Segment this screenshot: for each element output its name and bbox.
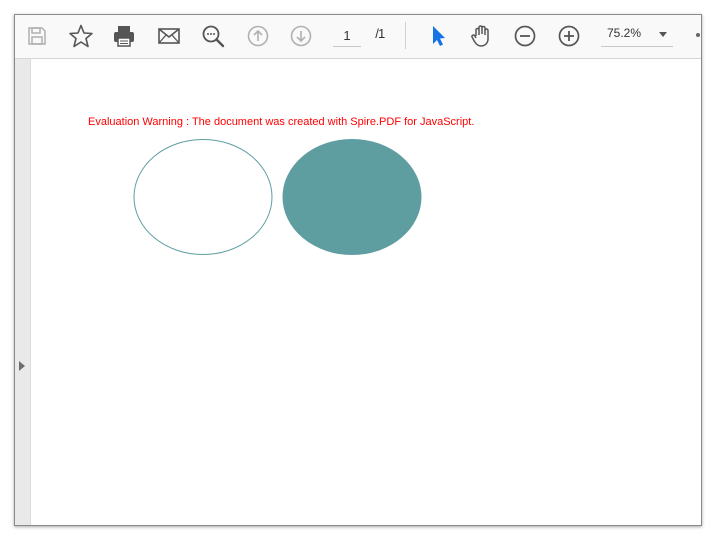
chevron-down-icon bbox=[659, 32, 667, 37]
toolbar-divider bbox=[405, 22, 406, 49]
expand-panel-arrow-icon[interactable] bbox=[19, 361, 25, 371]
current-page-input[interactable] bbox=[333, 24, 361, 47]
more-tools-icon[interactable] bbox=[696, 33, 700, 37]
pdf-viewer-window: / 1 75.2% Evaluation Warning : The docum… bbox=[14, 14, 702, 526]
email-icon[interactable] bbox=[154, 21, 184, 51]
zoom-in-icon[interactable] bbox=[554, 21, 584, 51]
next-page-icon[interactable] bbox=[286, 21, 316, 51]
search-icon[interactable] bbox=[198, 21, 228, 51]
document-page: Evaluation Warning : The document was cr… bbox=[31, 59, 701, 525]
zoom-out-icon[interactable] bbox=[510, 21, 540, 51]
hand-tool-icon[interactable] bbox=[467, 21, 497, 51]
print-icon[interactable] bbox=[109, 21, 139, 51]
bookmark-star-icon[interactable] bbox=[66, 21, 96, 51]
outline-ellipse bbox=[133, 139, 273, 255]
filled-ellipse bbox=[282, 139, 422, 255]
toolbar: / 1 75.2% bbox=[15, 15, 701, 59]
select-cursor-icon[interactable] bbox=[423, 21, 453, 51]
total-pages: 1 bbox=[378, 26, 386, 41]
side-panel-rail bbox=[15, 59, 31, 525]
document-shapes bbox=[133, 139, 422, 255]
page-separator: / bbox=[375, 26, 379, 41]
zoom-level-dropdown[interactable]: 75.2% bbox=[601, 24, 673, 47]
save-icon[interactable] bbox=[22, 21, 52, 51]
zoom-level-value: 75.2% bbox=[607, 26, 642, 40]
previous-page-icon[interactable] bbox=[243, 21, 273, 51]
